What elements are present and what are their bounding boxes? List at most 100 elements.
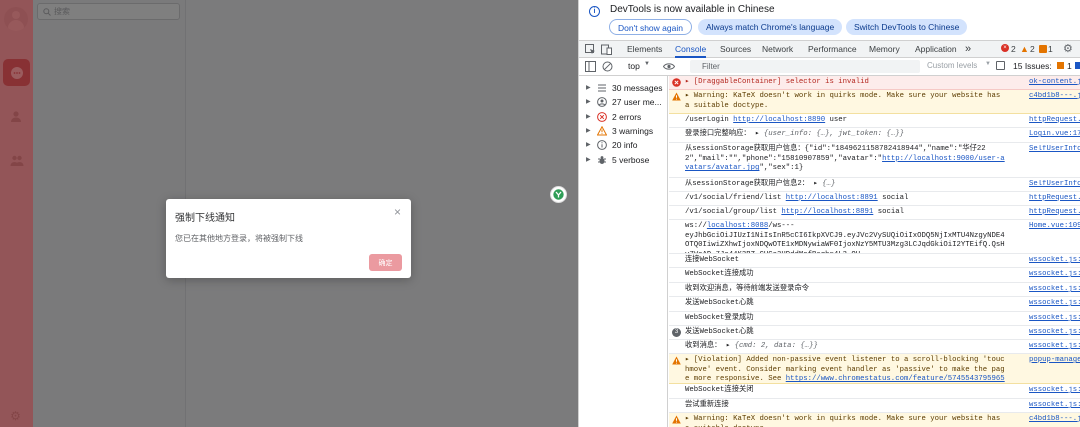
sidebar-item-error[interactable]: ▶ 2 errors [579,110,668,124]
source-link[interactable]: wssocket.js:2 [1029,314,1080,324]
console-message[interactable]: /userLogin http://localhost:8890 user htt… [669,114,1080,128]
console-message[interactable]: 收到欢迎消息，等待前端发送登录命令 wssocket.js:5 [669,283,1080,297]
error-count[interactable]: 2 [1011,41,1016,58]
console-message-text: 从sessionStorage获取用户信息：{"id":"18496211587… [685,145,1005,174]
source-link[interactable]: httpRequest.js:6 [1029,208,1080,218]
console-log: ▸ [DraggableContainer] selector is inval… [669,76,1080,427]
eye-icon[interactable] [663,62,675,71]
context-selector[interactable]: top [628,61,640,71]
sidebar-item-bug[interactable]: ▶ 5 verbose [579,153,668,167]
tab-memory[interactable]: Memory [869,41,900,58]
console-message[interactable]: 从sessionStorage获取用户信息2： ▸ {…} SelfUserInf… [669,178,1080,192]
object-preview[interactable]: {user_info: {…}, jwt_token: {…}} [764,130,904,138]
dialog-title: 强制下线通知 [175,213,235,224]
warning-count[interactable]: 2 [1030,41,1035,58]
sidebar-item-info[interactable]: ▶ 20 info [579,138,668,152]
console-message[interactable]: 收到消息： ▸ {cmd: 2, data: {…}} wssocket.js:3 [669,340,1080,354]
message-text: 发送WebSocket心跳 [685,328,754,336]
console-message[interactable]: ▸ Warning: KaTeX doesn't work in quirks … [669,90,1080,114]
issues-label[interactable]: 15 Issues: [1013,61,1052,71]
console-message[interactable]: 连接WebSocket wssocket.js:4 [669,254,1080,268]
source-link[interactable]: SelfUserInfo.vue:108 [1029,145,1080,155]
dont-show-again-button[interactable]: Don't show again [609,19,692,35]
console-message[interactable]: 3 发送WebSocket心跳 wssocket.js:9 [669,326,1080,340]
match-language-button[interactable]: Always match Chrome's language [698,19,843,35]
user-icon [597,97,607,108]
source-link[interactable]: wssocket.js:3 [1029,342,1080,352]
source-link[interactable]: httpRequest.js:6 [1029,194,1080,204]
filter-input[interactable] [690,60,920,73]
message-link[interactable]: http://localhost:8890 [733,116,825,124]
switch-language-button[interactable]: Switch DevTools to Chinese [846,19,968,35]
language-banner: i DevTools is now available in Chinese D… [579,0,1080,40]
source-link[interactable]: c4bd1b8---.js:1 [1029,92,1080,102]
console-message[interactable]: ws://localhost:8088/ws--- eyJhbGciOiJIUz… [669,220,1080,254]
tab-application[interactable]: Application [915,41,957,58]
source-link[interactable]: SelfUserInfo.vue:110 [1029,180,1080,190]
message-link[interactable]: http://localhost:8891 [786,194,878,202]
console-message[interactable]: WebSocket连接关闭 wssocket.js:8 [669,384,1080,399]
warning-icon [596,125,608,136]
source-link[interactable]: wssocket.js:9 [1029,328,1080,338]
gear-icon[interactable]: ⚙ [1063,42,1073,55]
more-tabs-icon[interactable]: » [965,41,971,58]
source-link[interactable]: wssocket.js:5 [1029,285,1080,295]
info-badge-icon [1039,45,1047,53]
console-message[interactable]: WebSocket连接成功 wssocket.js:9 [669,268,1080,283]
tab-elements[interactable]: Elements [627,41,662,58]
console-message[interactable]: 发送WebSocket心跳 wssocket.js:9 [669,297,1080,312]
console-message[interactable]: ▸ Warning: KaTeX doesn't work in quirks … [669,413,1080,427]
source-link[interactable]: wssocket.js:4 [1029,256,1080,266]
chat-app: ⚙ 强制下线通知 × 您已在其他地方登录，将被强制下线 确定 [0,0,578,427]
source-link[interactable]: wssocket.js:9 [1029,299,1080,309]
tab-performance[interactable]: Performance [808,41,857,58]
console-message-text: 从sessionStorage获取用户信息2： ▸ {…} [685,180,1005,190]
console-message[interactable]: ▸ [Violation] Added non-passive event li… [669,354,1080,384]
banner-title: DevTools is now available in Chinese [610,4,775,15]
source-link[interactable]: Home.vue:109 [1029,222,1080,232]
caret-right-icon: ▶ [586,156,591,163]
sidebar-item-list[interactable]: ▶ 30 messages [579,81,668,95]
source-link[interactable]: wssocket.js:9 [1029,270,1080,280]
source-link[interactable]: httpRequest.js:6 [1029,116,1080,126]
tab-sources[interactable]: Sources [720,41,751,58]
issues-error-count: 1 [1067,61,1072,71]
tab-console[interactable]: Console [675,41,707,58]
source-link[interactable]: c4bd1b8---.js:1 [1029,415,1080,425]
custom-levels-dropdown[interactable]: Custom levels [927,61,977,70]
console-message-text: ws://localhost:8088/ws--- eyJhbGciOiJIUz… [685,222,1005,253]
console-message[interactable]: 从sessionStorage获取用户信息：{"id":"18496211587… [669,143,1080,178]
device-toggle-icon[interactable] [601,44,612,55]
clear-console-icon[interactable] [602,61,613,72]
sidebar-toggle-icon[interactable] [585,61,596,72]
console-sidebar: ▶ 30 messages ▶ 27 user me... ▶ 2 errors ▶ 3 wa… [579,76,668,427]
tab-network[interactable]: Network [762,41,793,58]
console-message[interactable]: 登录接口完整响应： ▸ {user_info: {…}, jwt_token: … [669,128,1080,143]
sidebar-item-user[interactable]: ▶ 27 user me... [579,95,668,109]
console-message[interactable]: /v1/social/friend/list http://localhost:… [669,192,1080,206]
source-link[interactable]: wssocket.js:8 [1029,386,1080,396]
message-link[interactable]: http://localhost:8891 [781,208,873,216]
inspect-icon[interactable] [585,44,596,55]
info-count[interactable]: 1 [1048,41,1053,58]
console-message[interactable]: ▸ [DraggableContainer] selector is inval… [669,76,1080,90]
settings-checkbox-icon[interactable] [996,61,1005,70]
source-link[interactable]: wssocket.js:8 [1029,401,1080,411]
source-link[interactable]: ok-content.js:3 [1029,78,1080,88]
sidebar-item-warning[interactable]: ▶ 3 warnings [579,124,668,138]
close-icon[interactable]: × [394,206,401,218]
object-preview[interactable]: {…} [822,180,835,188]
confirm-button[interactable]: 确定 [369,254,402,271]
message-text-suffix: ","sex":1} [759,164,804,173]
source-link[interactable]: Login.vue:170 [1029,130,1080,140]
message-text: /userLogin [685,116,734,124]
extension-icon[interactable] [550,186,567,203]
console-message[interactable]: 尝试重新连接 wssocket.js:8 [669,399,1080,413]
source-link[interactable]: popup-manager.js:2 [1029,356,1080,366]
console-message[interactable]: WebSocket登录成功 wssocket.js:2 [669,312,1080,326]
console-message-text: ▸ Warning: KaTeX doesn't work in quirks … [685,415,1005,427]
console-message[interactable]: /v1/social/group/list http://localhost:8… [669,206,1080,220]
message-link[interactable]: localhost:8088 [707,222,768,230]
caret-right-icon: ▶ [586,142,591,149]
object-preview[interactable]: {cmd: 2, data: {…}} [735,342,818,350]
